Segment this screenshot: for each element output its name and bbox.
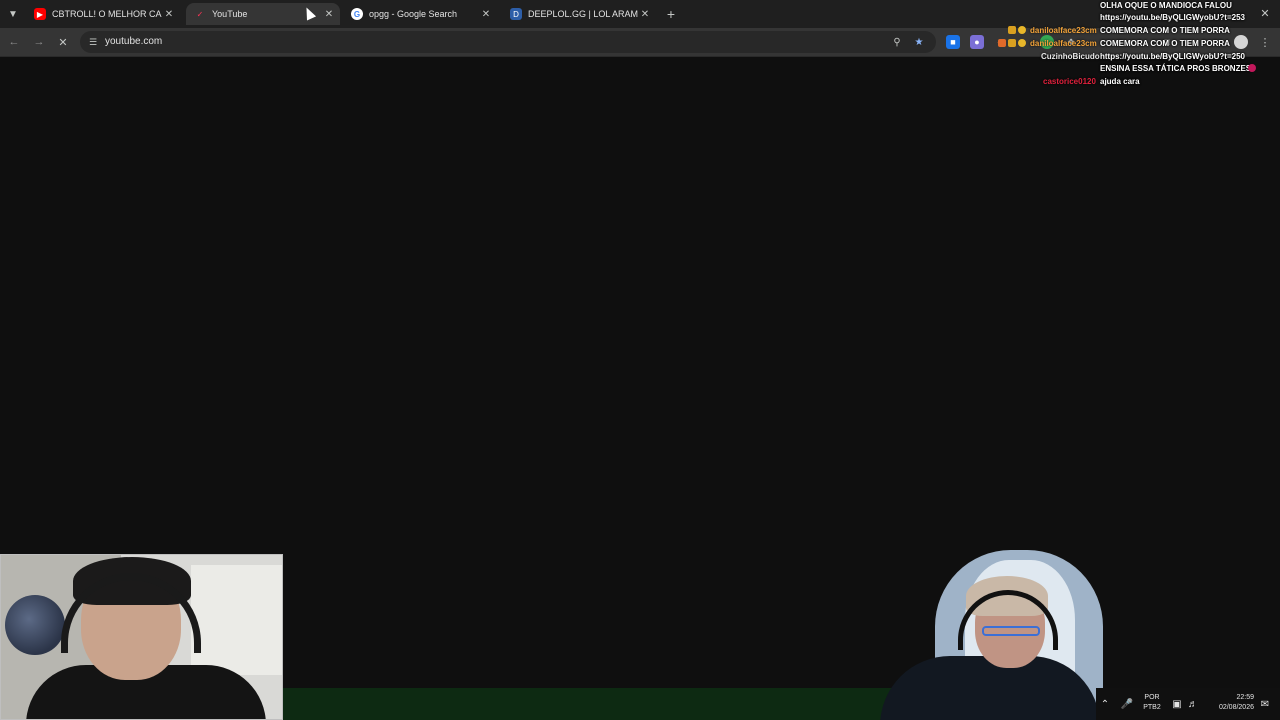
youtube-loading-icon: ✓ — [196, 9, 204, 19]
stream-chat-overlay: OLHA OQUE O MANDIOCA FALOU https://youtu… — [990, 0, 1280, 90]
tab-cbtroll[interactable]: ▶ CBTROLL! O MELHOR CAMPEONATO ✕ — [26, 3, 180, 25]
webcam-right — [870, 548, 1110, 720]
tab-google-search[interactable]: G opgg - Google Search ✕ — [343, 3, 497, 25]
chat-badge-icon — [1018, 39, 1026, 47]
chat-username: daniloalface23cm — [1030, 26, 1097, 35]
chat-message: https://youtu.be/ByQLIGWyobU?t=250 — [1100, 52, 1245, 61]
close-icon[interactable]: ✕ — [638, 7, 652, 21]
close-icon[interactable]: ✕ — [322, 7, 336, 21]
bookmark-star-icon[interactable]: ★ — [912, 35, 926, 49]
notification-icon[interactable]: ✉ — [1258, 697, 1272, 711]
taskbar-tray: ⌃ 🎤 POR PTB2 ▣ ♬ 22:59 02/08/2026 ✉ — [1096, 688, 1280, 720]
forward-arrow-icon[interactable]: → — [31, 34, 47, 50]
chat-message: COMEMORA COM O TIEM PORRA — [1100, 26, 1230, 35]
chat-message: ENSINA ESSA TÁTICA PROS BRONZES — [1100, 64, 1252, 73]
chat-message: ajuda cara — [1100, 77, 1140, 86]
close-icon[interactable]: ✕ — [479, 7, 493, 21]
tab-youtube[interactable]: ✓ YouTube ✕ — [186, 3, 340, 25]
chat-badge-icon — [1008, 39, 1016, 47]
microphone-icon[interactable]: 🎤 — [1120, 697, 1134, 711]
address-bar[interactable]: ☰ youtube.com ⚲ ★ — [80, 31, 936, 53]
close-icon[interactable]: ✕ — [162, 7, 176, 21]
deeplol-icon: D — [510, 8, 522, 20]
tab-deeplol[interactable]: D DEEPLOL.GG | LOL ARAM STATS ✕ — [502, 3, 656, 25]
clock[interactable]: 22:59 02/08/2026 — [1206, 693, 1254, 713]
chat-username: daniloalface23cm — [1030, 39, 1097, 48]
tab-title: DEEPLOL.GG | LOL ARAM STATS — [528, 9, 638, 19]
extension-icon[interactable]: ■ — [946, 35, 960, 49]
new-tab-plus-icon[interactable]: + — [663, 6, 679, 22]
chat-username: CuzinhoBicudo — [1041, 52, 1100, 61]
google-icon: G — [351, 8, 363, 20]
tab-title: CBTROLL! O MELHOR CAMPEONATO — [52, 9, 162, 19]
site-info-icon[interactable]: ☰ — [86, 35, 100, 49]
tab-title: opgg - Google Search — [369, 9, 458, 19]
webcam-left — [0, 554, 283, 720]
url-text[interactable]: youtube.com — [105, 36, 162, 47]
chat-username: castorice0120 — [1043, 77, 1096, 86]
stop-loading-icon[interactable]: ✕ — [55, 34, 71, 50]
volume-icon[interactable]: ♬ — [1186, 697, 1200, 711]
chat-badge-icon — [1018, 26, 1026, 34]
youtube-icon: ▶ — [34, 8, 46, 20]
network-icon[interactable]: ▣ — [1170, 697, 1184, 711]
extension-icon[interactable]: ● — [970, 35, 984, 49]
chat-message: COMEMORA COM O TIEM PORRA — [1100, 39, 1230, 48]
tab-search-chevron-icon[interactable]: ▼ — [4, 5, 22, 23]
chat-message: OLHA OQUE O MANDIOCA FALOU — [1100, 1, 1232, 10]
back-arrow-icon[interactable]: ← — [6, 34, 22, 50]
chat-badge-icon — [1008, 26, 1016, 34]
chat-badge-icon — [998, 39, 1006, 47]
input-language[interactable]: POR PTB2 — [1140, 693, 1164, 713]
heart-emote-icon — [1248, 64, 1256, 72]
chevron-up-icon[interactable]: ⌃ — [1098, 697, 1112, 711]
zoom-icon[interactable]: ⚲ — [890, 35, 904, 49]
chat-message: https://youtu.be/ByQLIGWyobU?t=253 — [1100, 13, 1245, 22]
globe-decoration — [5, 595, 65, 655]
